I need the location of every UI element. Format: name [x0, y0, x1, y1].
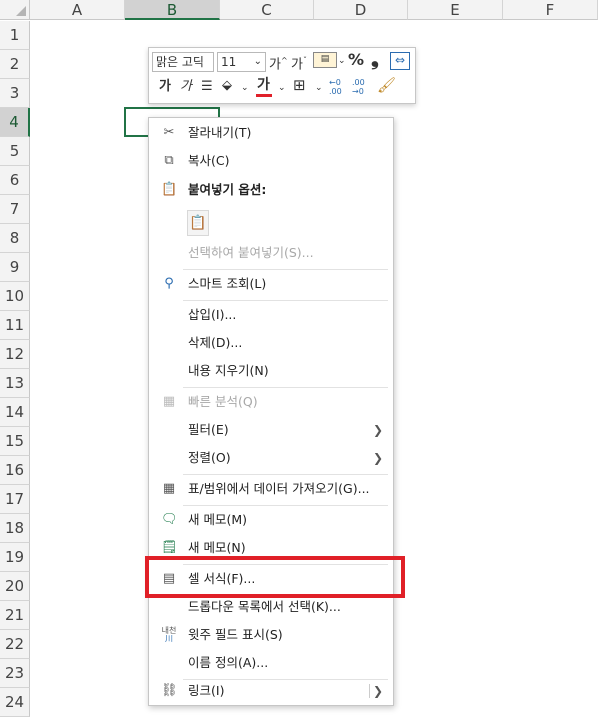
row-header-16[interactable]: 16 [0, 456, 30, 485]
menu-item-define-name[interactable]: 이름 정의(A)... [149, 650, 393, 676]
row-header-1[interactable]: 1 [0, 21, 30, 50]
table-icon: ▦ [162, 481, 176, 496]
row-header-18[interactable]: 18 [0, 514, 30, 543]
decrease-decimal-button[interactable]: .00 →0 [352, 78, 365, 96]
chevron-down-icon[interactable]: ⌄ [338, 52, 346, 70]
separator [183, 474, 388, 475]
column-header-c[interactable]: C [220, 0, 314, 20]
row-header-9[interactable]: 9 [0, 253, 30, 282]
row-header-20[interactable]: 20 [0, 572, 30, 601]
chevron-right-icon: ❯ [372, 451, 383, 465]
comma-style-button[interactable]: ❟ [371, 48, 379, 68]
separator [183, 300, 388, 301]
row-header-4[interactable]: 4 [0, 108, 30, 137]
menu-item-new-comment[interactable]: 🗨 새 메모(M) [149, 507, 393, 533]
menu-item-paste-special[interactable]: 선택하여 붙여넣기(S)... [149, 240, 393, 266]
row-header-22[interactable]: 22 [0, 630, 30, 659]
font-color-button[interactable]: 가 [257, 76, 270, 94]
column-header-a[interactable]: A [30, 0, 125, 20]
italic-button[interactable]: 가 [180, 78, 192, 96]
row-header-11[interactable]: 11 [0, 311, 30, 340]
row-header-19[interactable]: 19 [0, 543, 30, 572]
copy-icon: ⧉ [164, 153, 174, 168]
row-header-17[interactable]: 17 [0, 485, 30, 514]
separator [183, 505, 388, 506]
menu-item-paste-options: 📋 붙여넣기 옵션: [161, 182, 267, 197]
menu-item-link[interactable]: ⛓ 링크(I) ❯ [149, 678, 393, 704]
chevron-right-icon[interactable]: ❯ [373, 678, 383, 704]
row-header-21[interactable]: 21 [0, 601, 30, 630]
column-header-d[interactable]: D [314, 0, 408, 20]
scissors-icon: ✂ [163, 125, 175, 140]
row-header-3[interactable]: 3 [0, 79, 30, 108]
row-header-24[interactable]: 24 [0, 688, 30, 717]
merge-center-icon[interactable]: ⇔ [390, 52, 410, 70]
increase-decimal-button[interactable]: ←0.00 [329, 78, 342, 96]
chevron-down-icon: ⌄ [253, 56, 262, 67]
search-icon: ⚲ [164, 276, 174, 291]
paste-icon[interactable]: 📋 [187, 210, 209, 236]
new-comment-icon: 🗨 [161, 512, 178, 527]
menu-item-delete[interactable]: 삭제(D)... [149, 330, 393, 356]
bold-button[interactable]: 가 [159, 78, 171, 96]
phonetic-icon: 내천 川 [161, 626, 177, 643]
mini-toolbar: 맑은 고딕 11 ⌄ 가^ 가ˇ ▤ ⌄ % ❟ ⇔ 가 가 ☰ ⬙ ⌄ 가 ⌄… [148, 47, 416, 104]
percent-style-button[interactable]: % [348, 51, 364, 69]
font-name-value: 맑은 고딕 [156, 55, 204, 69]
column-header-e[interactable]: E [408, 0, 503, 20]
menu-item-copy[interactable]: ⧉ 복사(C) [149, 148, 393, 174]
font-color-bar [256, 94, 272, 97]
chevron-down-icon[interactable]: ⌄ [278, 79, 286, 97]
row-header-14[interactable]: 14 [0, 398, 30, 427]
chevron-right-icon: ❯ [372, 423, 383, 437]
quick-analysis-icon: ▦ [162, 394, 176, 409]
menu-item-quick-analysis[interactable]: ▦ 빠른 분석(Q) [149, 389, 393, 415]
borders-icon[interactable]: ⊞ [293, 76, 306, 94]
accounting-format-icon[interactable]: ▤ [313, 52, 337, 68]
menu-item-clear-contents[interactable]: 내용 지우기(N) [149, 358, 393, 384]
row-header-7[interactable]: 7 [0, 195, 30, 224]
context-menu: ✂ 잘라내기(T) ⧉ 복사(C) 📋 붙여넣기 옵션: 📋 선택하여 붙여넣기… [148, 117, 394, 706]
fill-color-icon[interactable]: ⬙ [222, 77, 232, 95]
format-painter-icon[interactable]: 🖌 [377, 76, 396, 94]
menu-item-smart-lookup[interactable]: ⚲ 스마트 조회(L) [149, 271, 393, 297]
align-center-icon[interactable]: ☰ [201, 78, 213, 96]
row-header-2[interactable]: 2 [0, 50, 30, 79]
font-size-value: 11 [221, 55, 237, 69]
menu-item-cut[interactable]: ✂ 잘라내기(T) [149, 120, 393, 146]
chevron-down-icon[interactable]: ⌄ [315, 79, 323, 97]
link-icon: ⛓ [161, 683, 178, 698]
menu-item-table-range[interactable]: ▦ 표/범위에서 데이터 가져오기(G)... [149, 476, 393, 502]
grow-font-button[interactable]: 가^ [269, 52, 288, 74]
shrink-font-button[interactable]: 가ˇ [291, 52, 307, 74]
font-size-box[interactable]: 11 ⌄ [217, 52, 266, 72]
row-header-23[interactable]: 23 [0, 659, 30, 688]
divider [369, 684, 370, 698]
font-name-box[interactable]: 맑은 고딕 [152, 52, 214, 72]
menu-item-sort[interactable]: 정렬(O) ❯ [149, 445, 393, 471]
row-header-10[interactable]: 10 [0, 282, 30, 311]
row-header-8[interactable]: 8 [0, 224, 30, 253]
column-header-f[interactable]: F [503, 0, 598, 20]
row-header-13[interactable]: 13 [0, 369, 30, 398]
separator [183, 269, 388, 270]
menu-item-insert[interactable]: 삽입(I)... [149, 302, 393, 328]
menu-item-filter[interactable]: 필터(E) ❯ [149, 417, 393, 443]
clipboard-icon: 📋 [161, 182, 178, 197]
row-header-5[interactable]: 5 [0, 137, 30, 166]
new-note-icon: 🗒 [161, 540, 178, 555]
row-header-6[interactable]: 6 [0, 166, 30, 195]
chevron-down-icon[interactable]: ⌄ [241, 79, 249, 97]
row-header-12[interactable]: 12 [0, 340, 30, 369]
highlight-box [145, 556, 405, 598]
row-header-15[interactable]: 15 [0, 427, 30, 456]
select-all-corner[interactable] [0, 0, 30, 20]
separator [183, 387, 388, 388]
column-header-b[interactable]: B [125, 0, 220, 20]
menu-item-phonetic[interactable]: 내천 川 윗주 필드 표시(S) [149, 622, 393, 648]
